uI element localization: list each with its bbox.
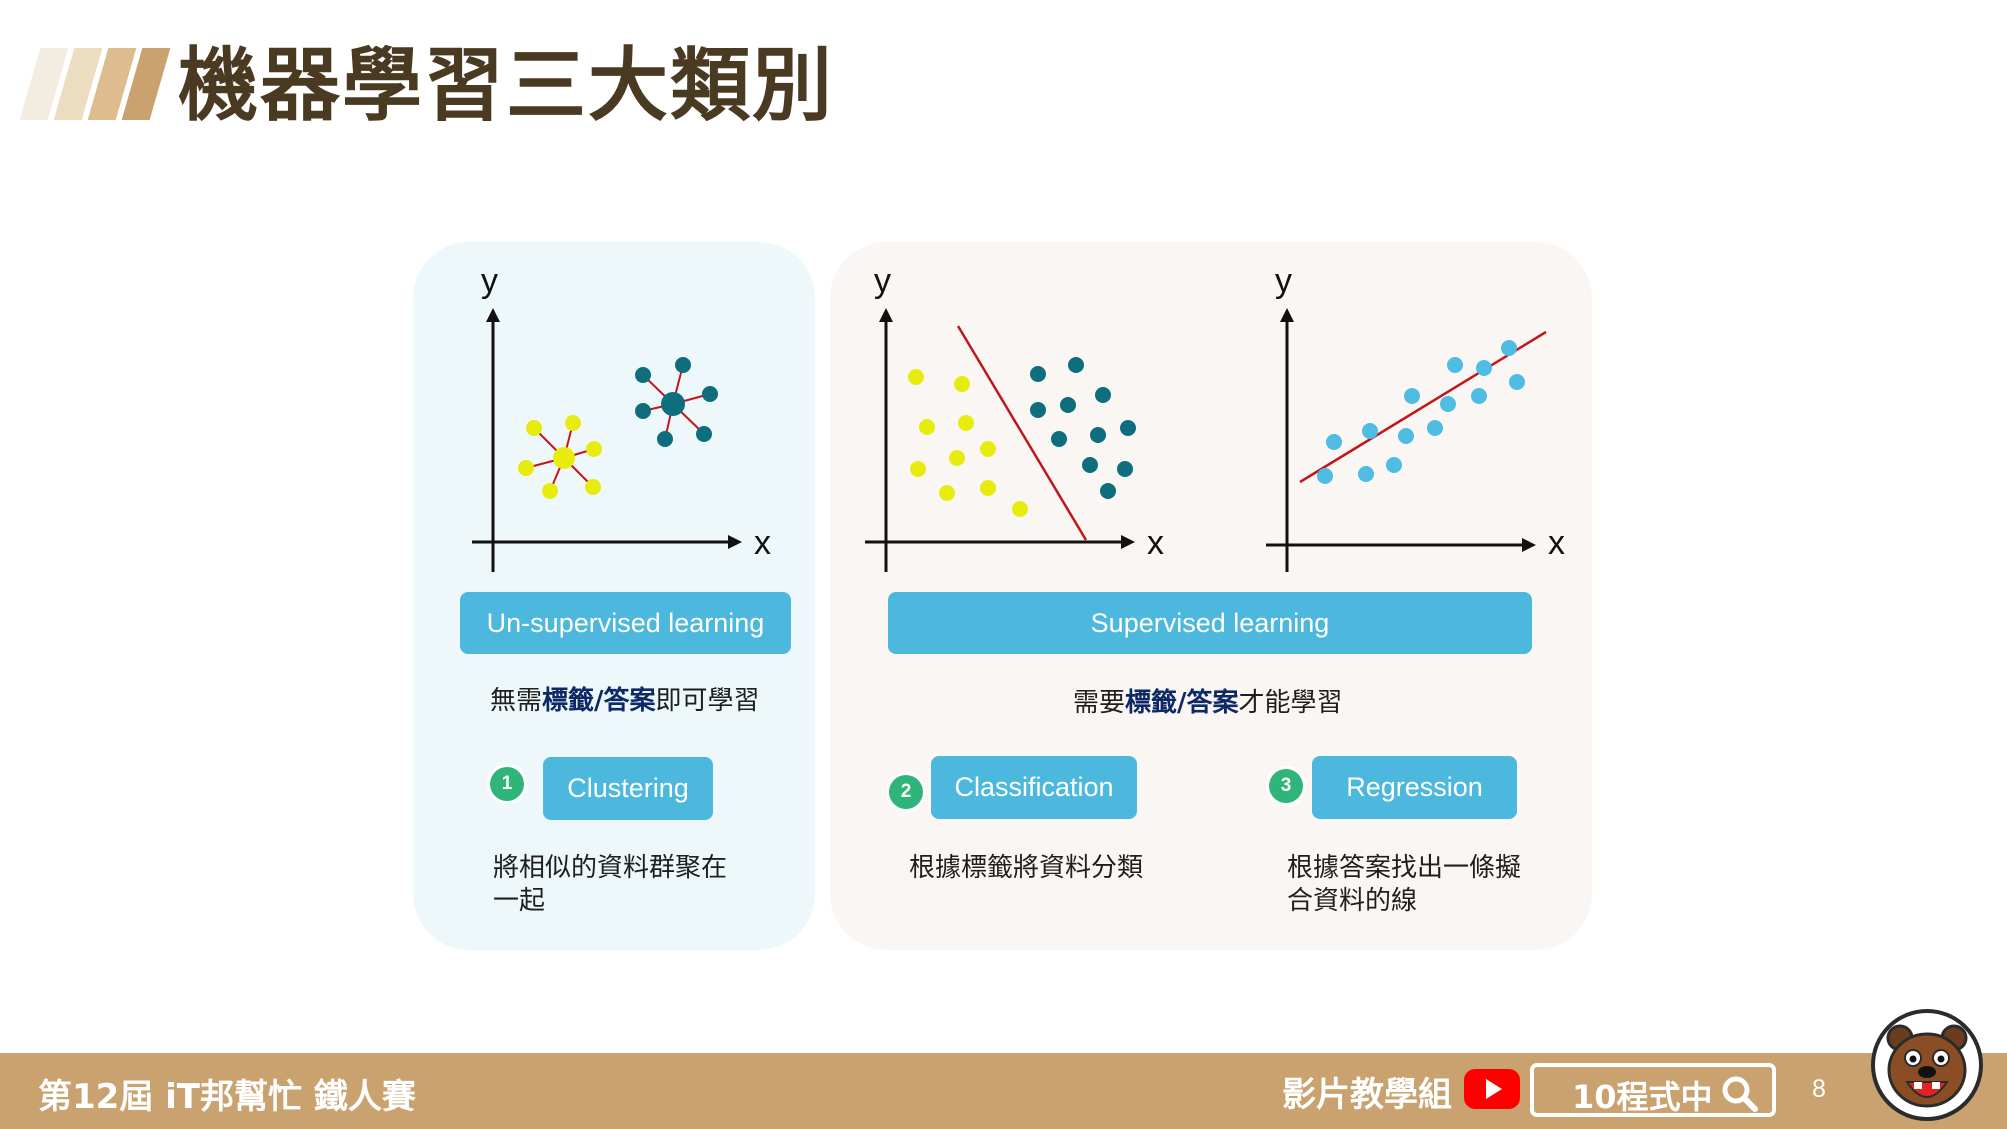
supervised-description: 需要標籤/答案才能學習 xyxy=(1073,688,1343,718)
classification-plot: y x xyxy=(865,262,1164,572)
regression-plot: y x xyxy=(1266,262,1565,572)
x-axis-arrow xyxy=(728,535,742,549)
y-axis-arrow xyxy=(1280,308,1294,322)
yellow-class-points xyxy=(908,369,1028,517)
search-box[interactable]: 10程式中 xyxy=(1530,1063,1776,1117)
bear-mascot-icon xyxy=(1871,1009,1983,1121)
search-text: 10程式中 xyxy=(1572,1078,1713,1116)
number-badge-3: 3 xyxy=(1269,769,1303,803)
regression-points xyxy=(1317,340,1525,484)
regression-label: Regression xyxy=(1312,756,1517,819)
classification-note: 根據標籤將資料分類 xyxy=(909,853,1144,883)
youtube-icon[interactable] xyxy=(1464,1069,1520,1109)
clustering-label: Clustering xyxy=(543,757,713,820)
event-name: 第12屆 iT邦幫忙 鐵人賽 xyxy=(38,1077,416,1117)
y-axis-arrow xyxy=(486,308,500,322)
number-badge-1: 1 xyxy=(490,767,524,801)
supervised-learning-label: Supervised learning xyxy=(888,592,1532,654)
x-axis-arrow xyxy=(1121,535,1135,549)
x-axis-label: x xyxy=(1548,524,1565,562)
unsupervised-learning-label: Un-supervised learning xyxy=(460,592,791,654)
group-name: 影片教學組 xyxy=(1282,1075,1452,1115)
y-axis-label: y xyxy=(874,262,891,300)
y-axis-label: y xyxy=(481,262,498,300)
clustering-plot: y x xyxy=(472,262,771,572)
regression-note: 根據答案找出一條擬 合資料的線 xyxy=(1287,853,1522,916)
search-icon[interactable] xyxy=(1720,1074,1760,1114)
page-title: 機器學習三大類別 xyxy=(178,39,834,132)
x-axis-label: x xyxy=(754,524,771,562)
x-axis-label: x xyxy=(1147,524,1164,562)
yellow-cluster xyxy=(518,415,602,499)
clustering-note: 將相似的資料群聚在 一起 xyxy=(493,853,728,916)
teal-class-points xyxy=(1030,357,1136,499)
x-axis-arrow xyxy=(1522,538,1536,552)
unsupervised-description: 無需標籤/答案即可學習 xyxy=(490,686,760,716)
supervised-description-bold: 標籤/答案 xyxy=(1125,688,1239,718)
teal-cluster xyxy=(635,357,718,447)
page-number: 8 xyxy=(1812,1075,1826,1103)
y-axis-arrow xyxy=(879,308,893,322)
y-axis-label: y xyxy=(1275,262,1292,300)
unsupervised-description-bold: 標籤/答案 xyxy=(542,686,656,716)
footer-bar: 第12屆 iT邦幫忙 鐵人賽 影片教學組 10程式中 8 xyxy=(0,1053,2007,1129)
classification-label: Classification xyxy=(931,756,1137,819)
number-badge-2: 2 xyxy=(889,775,923,809)
